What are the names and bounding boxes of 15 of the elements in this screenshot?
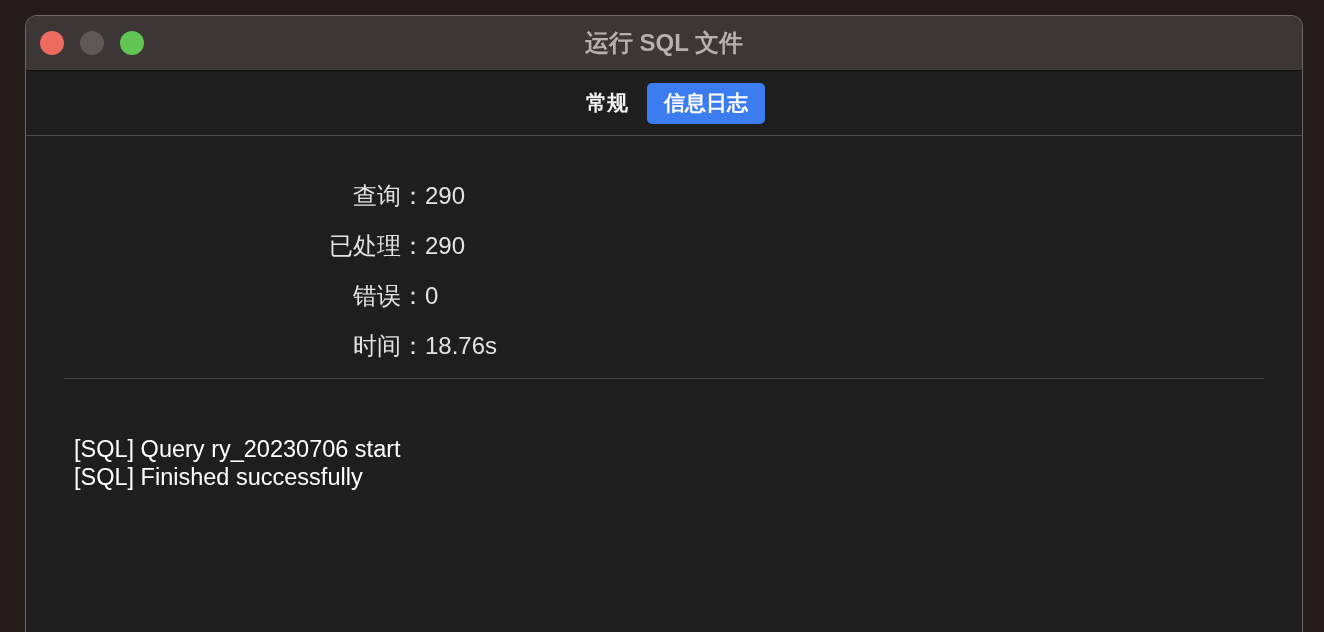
stat-label: 查询： — [353, 181, 425, 211]
window-title: 运行 SQL 文件 — [584, 28, 744, 58]
stat-value: 0 — [425, 281, 439, 311]
log-line: [SQL] Query ry_20230706 start — [74, 435, 401, 463]
tab[interactable]: 常规 — [575, 82, 639, 124]
tab[interactable]: 信息日志 — [647, 82, 765, 124]
stat-label: 错误： — [353, 281, 425, 311]
stat-label: 时间： — [353, 331, 425, 361]
zoom-button[interactable] — [120, 31, 144, 55]
log-line: [SQL] Finished successfully — [74, 463, 363, 491]
close-button[interactable] — [40, 31, 64, 55]
stat-label: 已处理： — [329, 231, 425, 261]
stat-value: 290 — [425, 231, 466, 261]
stat-value: 18.76s — [425, 331, 498, 361]
stat-value: 290 — [425, 181, 466, 211]
